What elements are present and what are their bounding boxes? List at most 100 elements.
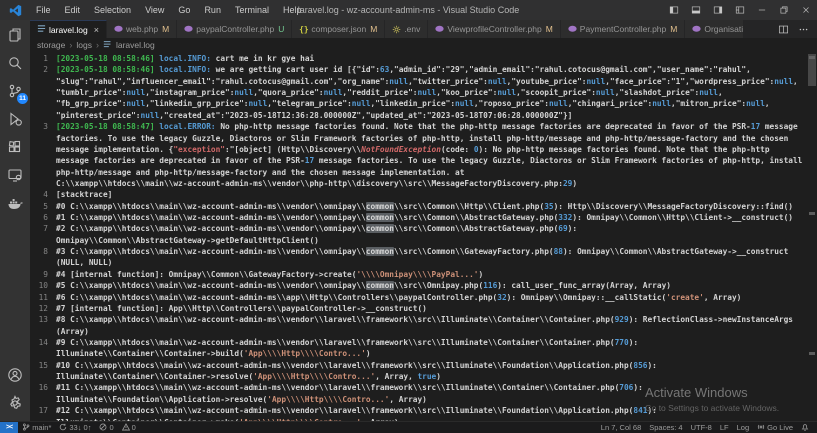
- log-line-text: #2 C:\\xampp\\htdocs\\main\\wz-account-a…: [56, 224, 578, 234]
- log-line[interactable]: 10 #5 C:\\xampp\\htdocs\\main\\wz-account…: [30, 280, 807, 291]
- line-number: [30, 110, 56, 121]
- log-line[interactable]: message implementation. {"exception":"[o…: [30, 144, 807, 155]
- log-line[interactable]: 5 #0 C:\\xampp\\htdocs\\main\\wz-account-…: [30, 201, 807, 212]
- log-line-text: "pinterest_price":null,"created_at":"202…: [56, 110, 573, 120]
- log-line[interactable]: "slug":"rahul","influencer_email":"rahul…: [30, 76, 807, 87]
- menu-view[interactable]: View: [138, 0, 171, 20]
- tab-bar: laravel.log × web.php MpaypalController.php…: [30, 20, 817, 38]
- line-number: 12: [38, 303, 48, 313]
- activity-remote-explorer[interactable]: [0, 163, 30, 191]
- menu-terminal[interactable]: Terminal: [228, 0, 276, 20]
- status-go-live[interactable]: Go Live: [753, 422, 797, 433]
- log-line-text: #4 [internal function]: Omnipay\\Common\…: [56, 269, 484, 279]
- status-language-mode[interactable]: Log: [733, 422, 754, 433]
- menu-go[interactable]: Go: [171, 0, 197, 20]
- menu-edit[interactable]: Edit: [58, 0, 88, 20]
- tab-paypalcontroller-php[interactable]: paypalController.php U: [177, 20, 293, 38]
- tab-web-php[interactable]: web.php M: [107, 20, 178, 38]
- log-line[interactable]: Illuminate\\Container\\Container->build(…: [30, 348, 807, 359]
- log-line[interactable]: 17 #12 C:\\xampp\\htdocs\\main\\wz-accoun…: [30, 405, 807, 416]
- log-line[interactable]: 13 #8 C:\\xampp\\htdocs\\main\\wz-account…: [30, 314, 807, 325]
- layout-sidebar-right-icon[interactable]: [707, 0, 729, 20]
- log-line[interactable]: factories. To use the legacy Guzzle, Dia…: [30, 133, 807, 144]
- status-encoding[interactable]: UTF-8: [687, 422, 716, 433]
- log-line[interactable]: 12 #7 [internal function]: App\\Http\\Con…: [30, 303, 807, 314]
- minimize-icon[interactable]: [751, 0, 773, 20]
- log-line[interactable]: 6 #1 C:\\xampp\\htdocs\\main\\wz-account-…: [30, 212, 807, 223]
- menu-help[interactable]: Help: [276, 0, 309, 20]
- log-line[interactable]: 2 [2023-05-18 08:58:46] local.INFO: we ar…: [30, 64, 807, 75]
- log-line[interactable]: 1 [2023-05-18 08:58:46] local.INFO: cart …: [30, 53, 807, 64]
- activity-settings[interactable]: [0, 391, 30, 419]
- split-editor-icon[interactable]: [778, 24, 789, 35]
- close-icon[interactable]: [795, 0, 817, 20]
- log-line[interactable]: (NULL, NULL): [30, 257, 807, 268]
- log-line[interactable]: 7 #2 C:\\xampp\\htdocs\\main\\wz-account-…: [30, 223, 807, 234]
- log-line[interactable]: "fb_grp_price":null,"linkedin_grp_price"…: [30, 98, 807, 109]
- status-git-branch[interactable]: main*: [18, 422, 55, 433]
- settings-icon: [7, 394, 23, 416]
- more-actions-icon[interactable]: [798, 24, 809, 35]
- tab-paymentcontroller-php[interactable]: PaymentController.php M: [560, 20, 686, 38]
- status-notifications[interactable]: [797, 422, 813, 433]
- activity-docker[interactable]: [0, 191, 30, 219]
- status-problems-warnings[interactable]: 0: [118, 422, 140, 433]
- activity-accounts[interactable]: [0, 363, 30, 391]
- log-line[interactable]: 3 [2023-05-18 08:58:47] local.ERROR: No p…: [30, 121, 807, 132]
- log-line[interactable]: C:\\xampp\\htdocs\\main\\wz-account-admi…: [30, 178, 807, 189]
- remote-indicator[interactable]: ><: [0, 422, 19, 433]
- log-line[interactable]: 8 #3 C:\\xampp\\htdocs\\main\\wz-account-…: [30, 246, 807, 257]
- editor-pane[interactable]: 1 [2023-05-18 08:58:46] local.INFO: cart …: [30, 52, 817, 421]
- menu-run[interactable]: Run: [197, 0, 228, 20]
- activity-search[interactable]: [0, 51, 30, 79]
- tab-viewprofilecontroller-php[interactable]: ViewprofileController.php M: [428, 20, 561, 38]
- log-line[interactable]: "pinterest_price":null,"created_at":"202…: [30, 110, 807, 121]
- account-icon: [7, 367, 23, 388]
- log-line[interactable]: Omnipay\\Common\\AbstractGateway->getDef…: [30, 235, 807, 246]
- line-number: 6: [43, 213, 48, 223]
- tab--env[interactable]: .env: [385, 20, 429, 38]
- log-line[interactable]: 15 #10 C:\\xampp\\htdocs\\main\\wz-accoun…: [30, 360, 807, 371]
- layout-customize-icon[interactable]: [729, 0, 751, 20]
- activity-source-control[interactable]: 11: [0, 79, 30, 107]
- breadcrumb[interactable]: storage › logs › laravel.log: [30, 38, 817, 52]
- layout-panel-icon[interactable]: [685, 0, 707, 20]
- vertical-scrollbar[interactable]: [807, 52, 817, 421]
- tab-label: web.php: [126, 24, 159, 34]
- breadcrumb-item[interactable]: logs: [76, 40, 92, 50]
- menu-file[interactable]: File: [29, 0, 58, 20]
- breadcrumb-item[interactable]: laravel.log: [116, 40, 155, 50]
- tab-composer-json[interactable]: {} composer.json M: [292, 20, 386, 38]
- log-line-text: (NULL, NULL): [56, 258, 113, 268]
- status-eol[interactable]: LF: [716, 422, 733, 433]
- activity-run-and-debug[interactable]: [0, 107, 30, 135]
- close-tab-icon[interactable]: ×: [94, 25, 99, 35]
- log-line[interactable]: (Array): [30, 326, 807, 337]
- log-line[interactable]: 11 #6 C:\\xampp\\htdocs\\main\\wz-account…: [30, 292, 807, 303]
- remote-explorer-icon: [7, 167, 23, 188]
- log-line[interactable]: Illuminate\\Container\\Container->make('…: [30, 417, 807, 422]
- status-indentation[interactable]: Spaces: 4: [645, 422, 686, 433]
- tab-organisatio[interactable]: Organisatio: [685, 20, 744, 38]
- menu-selection[interactable]: Selection: [87, 0, 138, 20]
- log-line[interactable]: message factories are deprecated in favo…: [30, 155, 807, 166]
- breadcrumb-item[interactable]: storage: [37, 40, 65, 50]
- activity-extensions[interactable]: [0, 135, 30, 163]
- log-line[interactable]: 9 #4 [internal function]: Omnipay\\Common…: [30, 269, 807, 280]
- log-line[interactable]: 16 #11 C:\\xampp\\htdocs\\main\\wz-accoun…: [30, 382, 807, 393]
- activity-explorer[interactable]: [0, 23, 30, 51]
- status-cursor-position[interactable]: Ln 7, Col 68: [597, 422, 645, 433]
- status-git-sync[interactable]: 33↓ 0↑: [55, 422, 95, 433]
- log-line[interactable]: "tumblr_price":null,"instagram_price":nu…: [30, 87, 807, 98]
- log-line[interactable]: Illuminate\\Foundation\\Application->res…: [30, 394, 807, 405]
- status-problems-errors[interactable]: 0: [95, 422, 117, 433]
- branch-icon: [22, 422, 30, 433]
- tab-laravel-log[interactable]: laravel.log ×: [30, 20, 108, 38]
- log-line[interactable]: 4 [stacktrace]: [30, 189, 807, 200]
- log-line[interactable]: php-http/message and php-http/message-fa…: [30, 167, 807, 178]
- log-line[interactable]: 14 #9 C:\\xampp\\htdocs\\main\\wz-account…: [30, 337, 807, 348]
- restore-icon[interactable]: [773, 0, 795, 20]
- layout-sidebar-left-icon[interactable]: [663, 0, 685, 20]
- log-line[interactable]: Illuminate\\Container\\Container->resolv…: [30, 371, 807, 382]
- log-line-text: Omnipay\\Common\\AbstractGateway->getDef…: [56, 235, 319, 245]
